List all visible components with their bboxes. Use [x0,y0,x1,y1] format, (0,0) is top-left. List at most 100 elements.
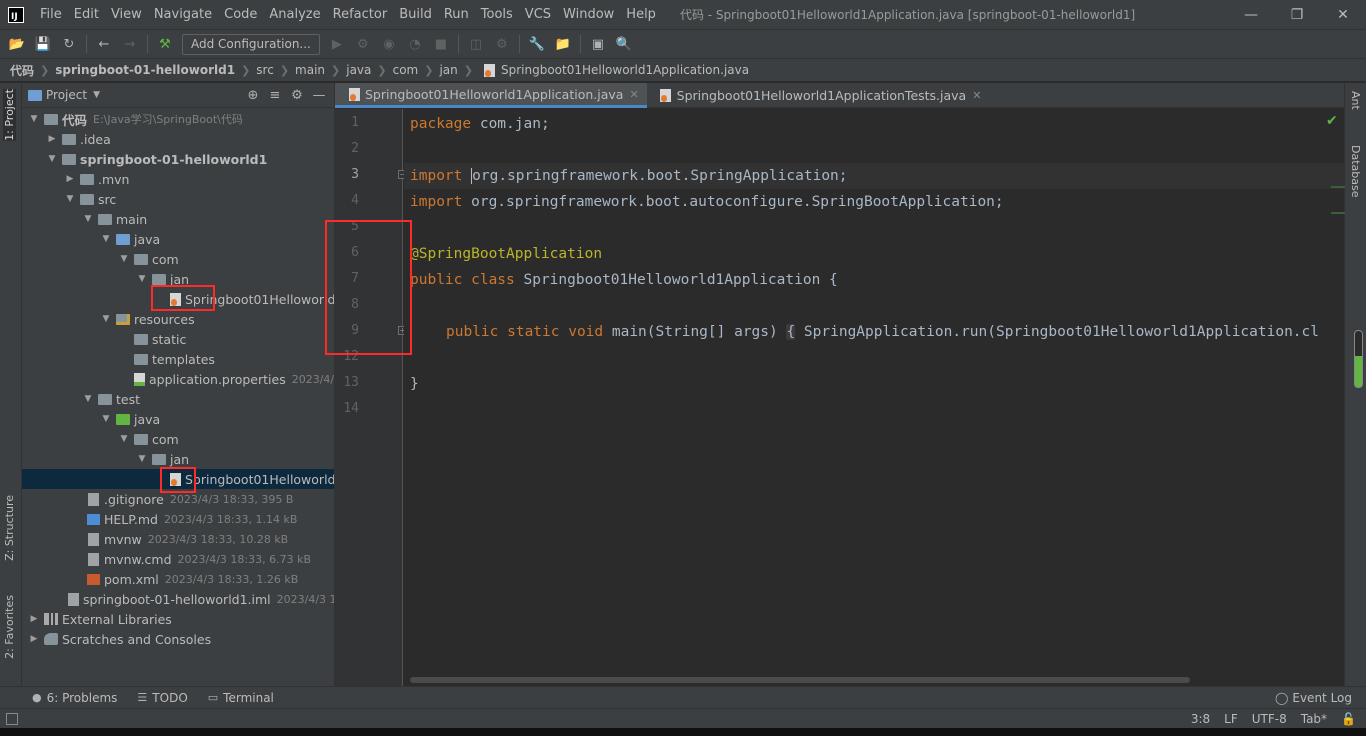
forward-icon[interactable]: → [119,33,141,55]
toggle-tool-windows-icon[interactable] [6,712,18,725]
inspection-ok-icon[interactable]: ✔ [1326,113,1338,129]
tree-row-external-libraries[interactable]: ▶ External Libraries [22,609,334,629]
breadcrumb-com[interactable]: com [393,63,419,77]
breadcrumb-module[interactable]: springboot-01-helloworld1 [55,63,235,77]
chevron-right-icon[interactable]: ▶ [46,134,58,144]
breadcrumb-java[interactable]: java [346,63,371,77]
code-editor[interactable]: package com.jan; import org.springframew… [404,109,1344,677]
menu-run[interactable]: Run [438,0,475,29]
back-icon[interactable]: ← [93,33,115,55]
caret-position[interactable]: 3:8 [1191,712,1210,726]
folded-region[interactable]: { [786,324,796,340]
chevron-down-icon[interactable]: ▼ [118,254,130,264]
tree-row-main[interactable]: ▼ main [22,209,334,229]
tab-ant[interactable]: Ant [1349,91,1362,110]
chevron-right-icon[interactable]: ▶ [28,614,40,624]
project-view-selector[interactable]: Project [46,88,87,102]
open-folder-icon[interactable]: 📂 [6,33,28,55]
tree-row-main-java[interactable]: ▼ java [22,229,334,249]
tab-structure[interactable]: Z: Structure [3,495,16,561]
vertical-scrollbar[interactable] [1354,330,1363,388]
tree-row-module[interactable]: ▼ springboot-01-helloworld1 [22,149,334,169]
chevron-right-icon[interactable]: ▶ [64,174,76,184]
close-icon[interactable]: ✕ [972,89,981,102]
todo-button[interactable]: ☰ TODO [137,691,187,705]
tree-row-main-class[interactable]: Springboot01Helloworld [22,289,334,309]
chevron-down-icon[interactable]: ▼ [28,114,40,124]
menu-refactor[interactable]: Refactor [327,0,394,29]
breadcrumb-root[interactable]: 代码 [10,62,34,79]
sync-icon[interactable]: ↻ [58,33,80,55]
tab-favorites[interactable]: 2: Favorites [3,595,16,659]
menu-navigate[interactable]: Navigate [148,0,218,29]
tree-row-mvn[interactable]: ▶ .mvn [22,169,334,189]
restore-icon[interactable]: ❐ [1274,0,1320,29]
chevron-down-icon[interactable]: ▼ [93,90,100,100]
problems-button[interactable]: ● 6: Problems [32,691,117,705]
tree-row-application-properties[interactable]: application.properties 2023/4/3 [22,369,334,389]
save-icon[interactable]: 💾 [32,33,54,55]
chevron-down-icon[interactable]: ▼ [136,274,148,284]
indent-setting[interactable]: Tab* [1301,712,1327,726]
tree-row-gitignore[interactable]: .gitignore 2023/4/3 18:33, 395 B [22,489,334,509]
chevron-right-icon[interactable]: ▶ [28,634,40,644]
chevron-down-icon[interactable]: ▼ [64,194,76,204]
tree-row-idea[interactable]: ▶ .idea [22,129,334,149]
terminal-button[interactable]: ▭ Terminal [208,691,274,705]
breadcrumb-file[interactable]: Springboot01Helloworld1Application.java [501,63,749,77]
coverage-icon[interactable]: ◉ [378,33,400,55]
minimize-icon[interactable]: — [1228,0,1274,29]
presentation-icon[interactable]: ▣ [587,33,609,55]
tree-row-test[interactable]: ▼ test [22,389,334,409]
profile-icon[interactable]: ◔ [404,33,426,55]
tree-row-scratches[interactable]: ▶ Scratches and Consoles [22,629,334,649]
chevron-down-icon[interactable]: ▼ [100,414,112,424]
tree-row-templates[interactable]: templates [22,349,334,369]
menu-vcs[interactable]: VCS [519,0,557,29]
settings-wrench-icon[interactable]: 🔧 [526,33,548,55]
run-icon[interactable]: ▶ [326,33,348,55]
tree-row-mvnw-cmd[interactable]: mvnw.cmd 2023/4/3 18:33, 6.73 kB [22,549,334,569]
menu-tools[interactable]: Tools [475,0,519,29]
tree-row-test-class[interactable]: Springboot01Helloworld [22,469,334,489]
tree-row-main-jan[interactable]: ▼ jan [22,269,334,289]
chevron-down-icon[interactable]: ▼ [46,154,58,164]
tree-row-resources[interactable]: ▼ resources [22,309,334,329]
build-hammer-icon[interactable]: ⚒ [154,33,176,55]
menu-build[interactable]: Build [393,0,438,29]
tree-row-pom-xml[interactable]: pom.xml 2023/4/3 18:33, 1.26 kB [22,569,334,589]
horizontal-scrollbar[interactable] [410,677,1190,683]
chevron-down-icon[interactable]: ▼ [100,234,112,244]
breadcrumb-main[interactable]: main [295,63,325,77]
project-structure-icon[interactable]: 📁 [552,33,574,55]
file-encoding[interactable]: UTF-8 [1252,712,1287,726]
tree-row-static[interactable]: static [22,329,334,349]
menu-help[interactable]: Help [620,0,662,29]
line-separator[interactable]: LF [1224,712,1238,726]
tab-application-tests-java[interactable]: Springboot01Helloworld1ApplicationTests.… [647,83,990,108]
menu-code[interactable]: Code [218,0,263,29]
tab-project[interactable]: 1: Project [3,89,16,141]
event-log-button[interactable]: ◯ Event Log [1275,691,1352,705]
tab-database[interactable]: Database [1349,145,1362,198]
close-icon[interactable]: ✕ [629,88,638,101]
add-configuration-button[interactable]: Add Configuration... [182,33,320,55]
tree-row-iml[interactable]: springboot-01-helloworld1.iml 2023/4/3 18… [22,589,334,609]
breadcrumb-jan[interactable]: jan [439,63,457,77]
tree-row-mvnw[interactable]: mvnw 2023/4/3 18:33, 10.28 kB [22,529,334,549]
chevron-down-icon[interactable]: ▼ [82,214,94,224]
menu-analyze[interactable]: Analyze [263,0,326,29]
update-icon[interactable]: ⚙ [491,33,513,55]
chevron-down-icon[interactable]: ▼ [118,434,130,444]
collapse-all-icon[interactable]: ≡ [264,88,286,103]
tree-row-test-jan[interactable]: ▼ jan [22,449,334,469]
tree-row-main-com[interactable]: ▼ com [22,249,334,269]
tree-row-root[interactable]: ▼ 代码 E:\Java学习\SpringBoot\代码 [22,109,334,129]
hide-icon[interactable]: — [308,88,330,103]
tree-row-test-com[interactable]: ▼ com [22,429,334,449]
locate-icon[interactable]: ⊕ [242,88,264,103]
close-icon[interactable]: ✕ [1320,0,1366,29]
lock-icon[interactable]: 🔓 [1341,712,1356,726]
tree-row-help-md[interactable]: HELP.md 2023/4/3 18:33, 1.14 kB [22,509,334,529]
tree-row-src[interactable]: ▼ src [22,189,334,209]
